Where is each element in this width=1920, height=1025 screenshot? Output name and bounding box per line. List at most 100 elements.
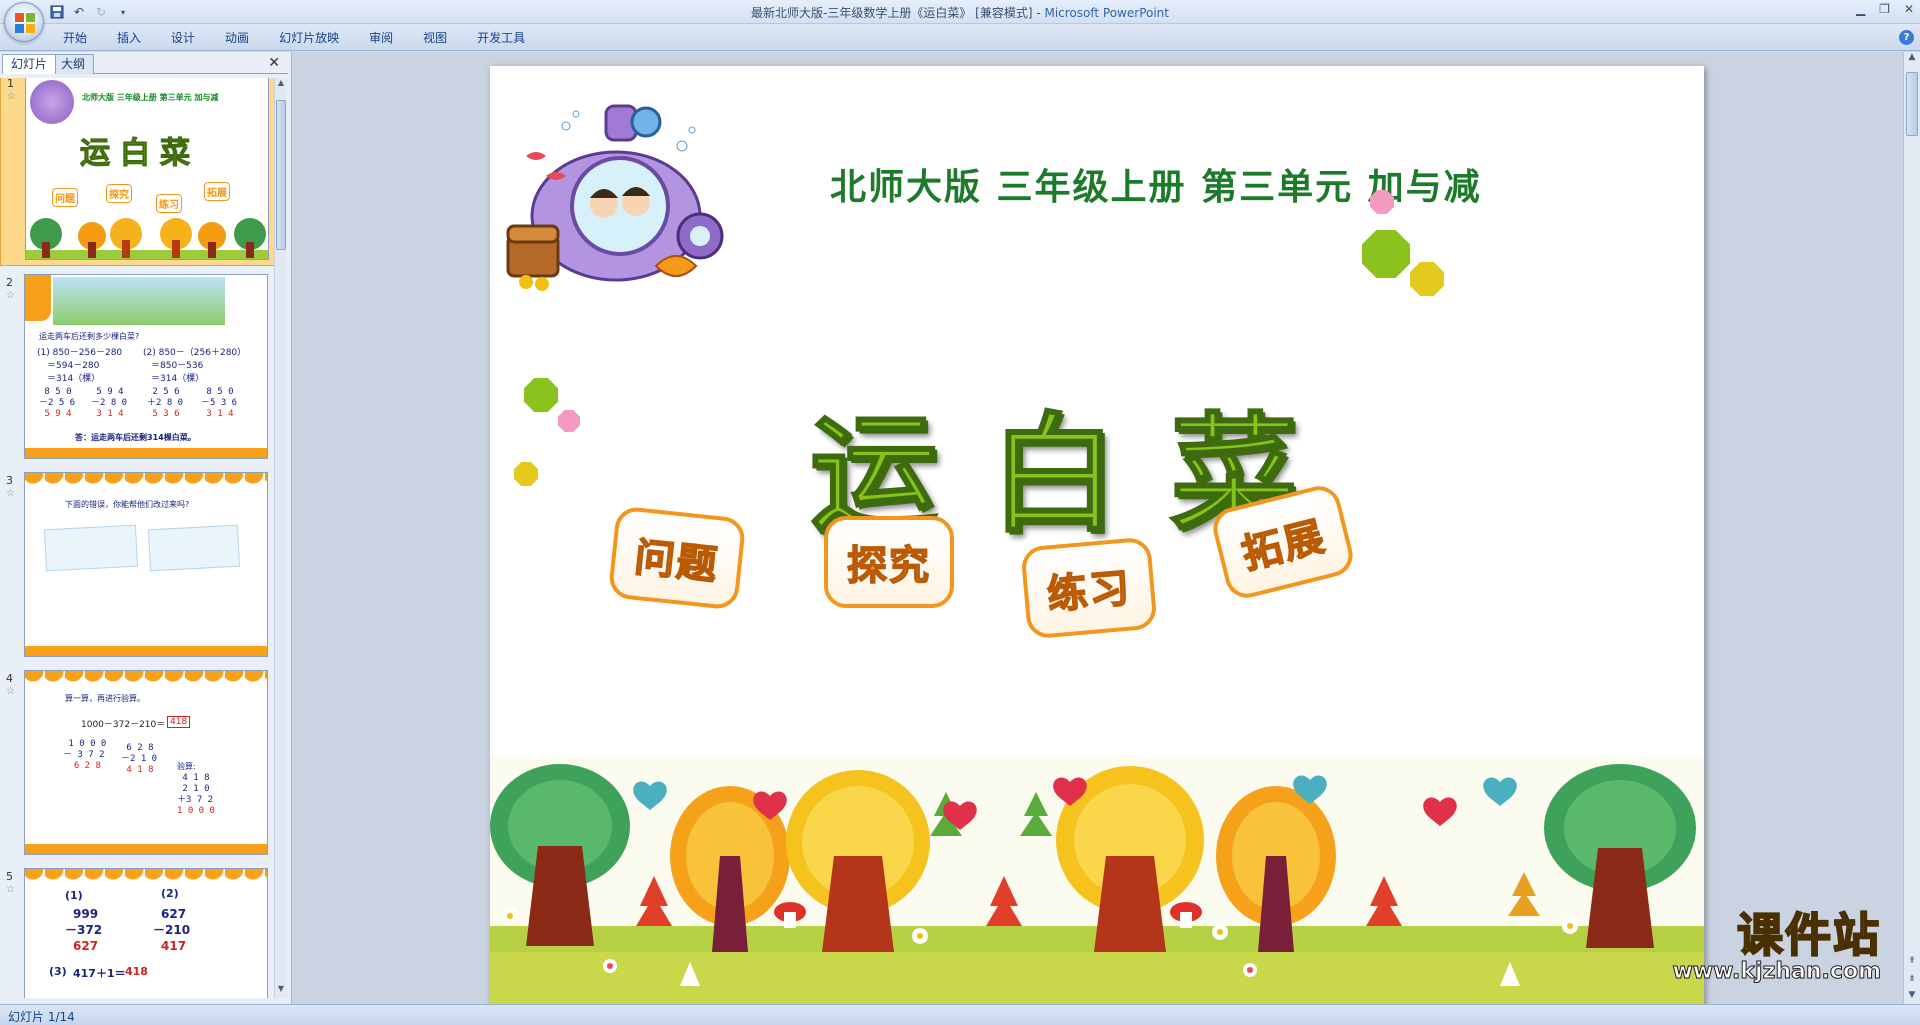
minimize-icon[interactable]: ▁ — [1856, 2, 1865, 16]
thumb-tile: 探究 — [106, 184, 132, 203]
thumb-tile: 问题 — [52, 188, 78, 207]
thumb-tile: 拓展 — [204, 182, 230, 201]
thumbnail-canvas: 算一算，再进行验算。 1000－372－210＝ 418 1 0 0 0 － 3 … — [24, 670, 268, 855]
thumb-line: ＝314（棵） — [151, 374, 205, 384]
corner-decoration — [25, 275, 51, 321]
submarine-illustration — [506, 104, 724, 291]
tab-insert[interactable]: 插入 — [102, 29, 156, 47]
thumb-answer: 答：运走两车后还剩314棵白菜。 — [75, 433, 196, 442]
document-title: 最新北师大版-三年级数学上册《运白菜》 [兼容模式] - — [751, 6, 1045, 20]
previous-slide-icon[interactable]: ⇞ — [1904, 956, 1920, 970]
tab-animations[interactable]: 动画 — [210, 29, 264, 47]
slide-number: 5 — [6, 870, 13, 883]
thumb-num: －372 — [65, 923, 103, 937]
bottom-bar — [25, 646, 267, 656]
restore-icon[interactable]: ❐ — [1879, 2, 1890, 16]
thumb-caption: 下面的错误，你能帮他们改过来吗? — [65, 500, 190, 509]
top-wave-decoration — [25, 869, 267, 891]
thumb-line: (2) 850－（256＋280） — [143, 348, 247, 358]
office-button[interactable] — [4, 2, 44, 42]
tab-review[interactable]: 审阅 — [354, 29, 408, 47]
slide-thumbnail-1[interactable]: 1 ☆ 北师大版 三年级上册 第三单元 加与减 运白菜 问题 探究 练习 拓展 — [0, 78, 276, 266]
thumb-num: 417 — [161, 939, 187, 953]
tile-question-button[interactable]: 问题 — [607, 505, 747, 611]
green-dot-decoration — [1362, 230, 1410, 278]
slide-count-status: 幻灯片 1/14 — [8, 1010, 75, 1024]
tile-explore-button[interactable]: 探究 — [824, 516, 954, 608]
scroll-up-icon[interactable]: ▲ — [275, 78, 287, 92]
ribbon-tab-bar: 开始 插入 设计 动画 幻灯片放映 审阅 视图 开发工具 ? — [0, 24, 1920, 51]
window-controls: ▁ ❐ ✕ — [1856, 2, 1914, 16]
tab-outline[interactable]: 大纲 — [52, 54, 95, 74]
office-logo-icon — [15, 13, 35, 33]
slide-number: 2 — [6, 276, 13, 289]
title-bar: ↶ ↻ ▾ 最新北师大版-三年级数学上册《运白菜》 [兼容模式] - Micro… — [0, 0, 1920, 24]
animation-star-icon: ☆ — [6, 686, 15, 697]
animation-star-icon: ☆ — [6, 488, 15, 499]
top-wave-decoration — [25, 473, 267, 495]
slide-thumbnail-5[interactable]: 5 ☆ (1) (2) 999 －372 627 627 －210 417 (3… — [0, 864, 276, 998]
tab-design[interactable]: 设计 — [156, 29, 210, 47]
tab-slides[interactable]: 幻灯片 — [2, 54, 57, 74]
thumb-expr: 1000－372－210＝ — [81, 720, 166, 730]
thumb-line: ＝594－280 — [47, 361, 100, 371]
thumb-line: 417＋1＝ — [73, 967, 126, 980]
scroll-down-icon[interactable]: ▼ — [1904, 990, 1920, 1004]
tab-developer[interactable]: 开发工具 — [462, 29, 540, 47]
slide-thumbnail-2[interactable]: 2 ☆ 运走两车后还剩多少棵白菜? (1) 850－256－280 (2) 85… — [0, 270, 276, 466]
current-slide[interactable]: 北师大版 三年级上册 第三单元 加与减 运白菜 问题 探究 练习 拓展 — [490, 66, 1704, 1004]
slide-thumbnail-list: 1 ☆ 北师大版 三年级上册 第三单元 加与减 运白菜 问题 探究 练习 拓展 — [0, 78, 276, 998]
thumb-line: ＝850－536 — [151, 361, 204, 371]
slides-pane-scrollbar[interactable]: ▲ ▼ — [274, 78, 287, 998]
error-card-2 — [147, 524, 241, 572]
close-icon[interactable]: ✕ — [1904, 2, 1914, 16]
scroll-up-icon[interactable]: ▲ — [1904, 52, 1920, 66]
forest-illustration — [490, 756, 1704, 1004]
yellow-dot-decoration — [1410, 262, 1444, 296]
ribbon-tabs: 开始 插入 设计 动画 幻灯片放映 审阅 视图 开发工具 — [48, 29, 540, 47]
slide-scrollbar[interactable]: ▲ ⇞ ⇟ ▼ — [1903, 52, 1920, 1004]
thumb-line: (1) 850－256－280 — [37, 348, 123, 358]
tile-label: 练习 — [1045, 565, 1134, 620]
app-name: Microsoft PowerPoint — [1044, 6, 1169, 20]
truck-field-image — [53, 277, 225, 325]
thumb-caption: 算一算，再进行验算。 — [65, 694, 145, 703]
next-slide-icon[interactable]: ⇟ — [1904, 974, 1920, 988]
tab-view[interactable]: 视图 — [408, 29, 462, 47]
tile-practice-button[interactable]: 练习 — [1020, 536, 1158, 640]
bottom-bar — [25, 844, 267, 854]
top-wave-decoration — [25, 671, 267, 693]
thumb-label: (3) — [49, 965, 67, 978]
help-icon[interactable]: ? — [1899, 30, 1914, 45]
scroll-down-icon[interactable]: ▼ — [275, 984, 287, 998]
tab-home[interactable]: 开始 — [48, 29, 102, 47]
thumb-num: －210 — [153, 923, 191, 937]
thumb-caption: 运走两车后还剩多少棵白菜? — [39, 332, 140, 341]
tile-label: 问题 — [632, 534, 722, 590]
status-bar: 幻灯片 1/14 — [0, 1004, 1920, 1025]
watermark-url: www.kjzhan.com — [1672, 959, 1882, 984]
slide-number: 3 — [6, 474, 13, 487]
thumb-check: 验算: — [177, 762, 196, 771]
animation-star-icon: ☆ — [6, 884, 15, 895]
thumb-num: 999 — [73, 907, 99, 921]
animation-star-icon: ☆ — [6, 290, 15, 301]
tab-slideshow[interactable]: 幻灯片放映 — [264, 29, 354, 47]
slide-thumbnail-3[interactable]: 3 ☆ 下面的错误，你能帮他们改过来吗? — [0, 468, 276, 664]
thumb-label: (1) — [65, 889, 83, 902]
thumb-tile: 练习 — [156, 194, 182, 213]
scroll-thumb[interactable] — [1906, 72, 1918, 136]
thumbnail-canvas: 下面的错误，你能帮他们改过来吗? — [24, 472, 268, 657]
window-title: 最新北师大版-三年级数学上册《运白菜》 [兼容模式] - Microsoft P… — [0, 4, 1920, 21]
thumbnail-canvas: 运走两车后还剩多少棵白菜? (1) 850－256－280 (2) 850－（2… — [24, 274, 268, 459]
scroll-thumb[interactable] — [276, 100, 286, 250]
close-pane-icon[interactable]: ✕ — [268, 55, 280, 71]
slide-number: 4 — [6, 672, 13, 685]
pane-tabs: 幻灯片 大纲 ✕ — [2, 54, 288, 74]
error-card-1 — [43, 524, 139, 572]
slides-pane: 幻灯片 大纲 ✕ 1 ☆ 北师大版 三年级上册 第三单元 加与减 运白菜 问题 … — [0, 52, 292, 1004]
slide-thumbnail-4[interactable]: 4 ☆ 算一算，再进行验算。 1000－372－210＝ 418 1 0 0 0… — [0, 666, 276, 862]
thumb-big-title: 运白菜 — [80, 136, 200, 172]
submarine-image — [30, 80, 74, 124]
thumb-line: ＝314（棵） — [47, 374, 101, 384]
